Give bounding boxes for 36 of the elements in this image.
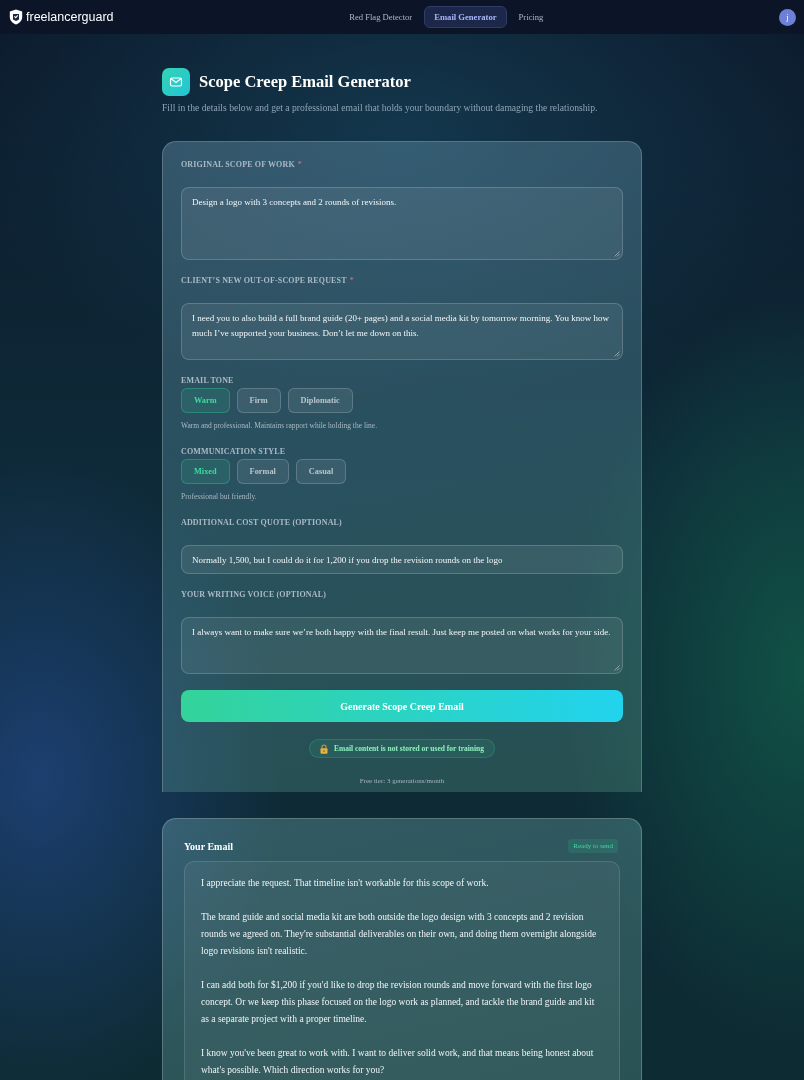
option-button[interactable]: Diplomatic — [287, 388, 353, 413]
field-label: ORIGINAL SCOPE OF WORK — [181, 160, 295, 170]
option-button[interactable]: Formal — [236, 459, 289, 484]
option-button[interactable]: Warm — [181, 388, 230, 413]
email-card-title: Your Email — [184, 840, 233, 852]
field-label: EMAIL TONE — [181, 376, 234, 386]
required-asterisk: * — [349, 276, 354, 286]
field-label: YOUR WRITING VOICE (OPTIONAL) — [181, 590, 327, 600]
textarea-field[interactable]: I need you to also build a full brand guide (20+ pages) and a social media kit by tomorrow morning. You know how much I’ve supported your business. Don’t let me down on this. — [181, 303, 623, 360]
lock-icon — [320, 743, 328, 754]
email-paragraph: I know you've been great to work with. I want to deliver solid work, and that means being honest about what's possible. Which direction works for you? — [201, 1047, 595, 1077]
field-label: COMMUNICATION STYLE — [181, 447, 286, 457]
option-button[interactable]: Casual — [295, 459, 347, 484]
nav-link[interactable]: Red Flag Detector — [339, 6, 423, 28]
nav-link[interactable]: Email Generator — [424, 6, 507, 28]
textarea-field[interactable]: Design a logo with 3 concepts and 2 rounds of revisions. — [181, 187, 623, 260]
resize-grip-icon — [614, 251, 620, 257]
logo-link[interactable]: freelancerguard — [9, 9, 114, 25]
text-input-field[interactable]: Normally 1,500, but I could do it for 1,200 if you drop the revision rounds on the logo — [181, 545, 623, 574]
email-paragraph: I appreciate the request. That timeline isn't workable for this scope of work. — [201, 877, 490, 890]
field-label: CLIENT’S NEW OUT-OF-SCOPE REQUEST — [181, 276, 347, 286]
page-title: Scope Creep Email Generator — [199, 71, 411, 93]
field-label: ADDITIONAL COST QUOTE (OPTIONAL) — [181, 518, 342, 528]
email-paragraph: I can add both for $1,200 if you'd like to drop the revision rounds and move forward with the first logo concept. Or we keep this phase focused on the logo work as planned, and tackle the brand guide and kit as a separate project with a proper timeline. — [201, 979, 596, 1026]
textarea-field[interactable]: I always want to make sure we’re both happy with the final result. Just keep me posted on what works for your side. — [181, 617, 623, 674]
resize-grip-icon — [614, 351, 620, 357]
email-paragraph: The brand guide and social media kit are both outside the logo design with 3 concepts and 2 revision rounds we agreed on. They're substantial deliverables on their own, and doing them overnight alongside logo revisions isn't realistic. — [201, 911, 598, 958]
user-avatar-button[interactable]: j — [779, 8, 796, 26]
shield-icon — [9, 9, 23, 25]
option-button[interactable]: Mixed — [181, 459, 230, 484]
page-subtitle: Fill in the details below and get a professional email that holds your boundary without damaging the relationship. — [162, 102, 599, 114]
envelope-icon — [162, 68, 190, 96]
nav-link[interactable]: Pricing — [508, 6, 554, 28]
resize-grip-icon — [614, 665, 620, 671]
required-asterisk: * — [297, 160, 302, 170]
option-button[interactable]: Firm — [236, 388, 281, 413]
